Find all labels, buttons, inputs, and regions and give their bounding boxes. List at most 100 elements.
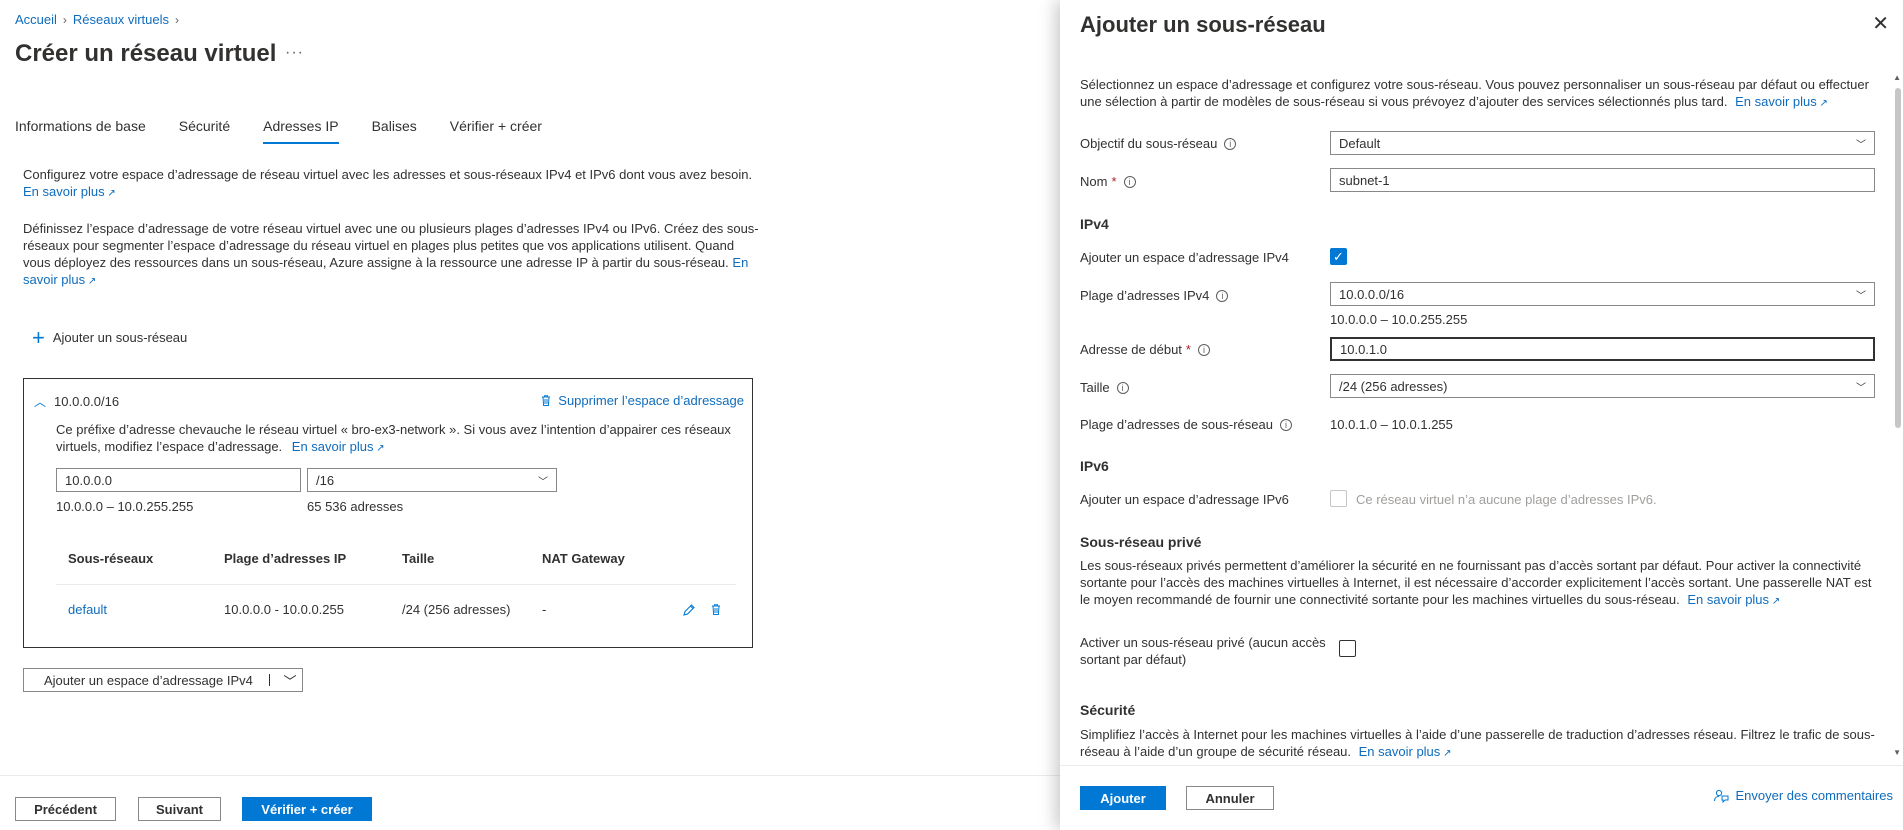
tab-ip-addresses[interactable]: Adresses IP: [263, 118, 340, 144]
purpose-select[interactable]: Default ﹀: [1330, 131, 1875, 155]
intro-paragraph-1: Configurez votre espace d’adressage de r…: [23, 166, 763, 202]
panel-title: Ajouter un sous-réseau: [1080, 12, 1326, 37]
wizard-footer: Précédent Suivant Vérifier + créer: [0, 775, 1060, 830]
add-subnet-panel: Ajouter un sous-réseau ✕ Sélectionnez un…: [1060, 0, 1903, 830]
address-range-text: 10.0.0.0 – 10.0.255.255: [56, 499, 194, 514]
ipv6-disabled-text: Ce réseau virtuel n’a aucune plage d’adr…: [1356, 492, 1657, 507]
subnet-name-link[interactable]: default: [68, 602, 107, 617]
scroll-up-icon[interactable]: ▲: [1893, 73, 1901, 82]
ipv4-range-hint: 10.0.0.0 – 10.0.255.255: [1330, 312, 1468, 327]
subnet-name-input[interactable]: [1330, 168, 1875, 192]
breadcrumb-vnets[interactable]: Réseaux virtuels: [73, 12, 169, 27]
chevron-up-icon[interactable]: ︿: [34, 393, 46, 410]
purpose-value: Default: [1339, 135, 1381, 151]
send-feedback-label: Envoyer des commentaires: [1735, 788, 1893, 803]
plus-icon: +: [32, 324, 45, 350]
tab-security[interactable]: Sécurité: [179, 118, 230, 144]
edit-icon[interactable]: [682, 603, 696, 617]
cancel-button[interactable]: Annuler: [1186, 786, 1274, 810]
subnet-range-label: Plage d’adresses de sous-réseau i: [1080, 417, 1292, 432]
address-count-text: 65 536 adresses: [307, 499, 404, 514]
size-label-text: Taille: [1080, 380, 1110, 395]
col-size: Taille: [402, 550, 435, 566]
col-ip-range: Plage d’adresses IP: [224, 550, 347, 566]
info-icon[interactable]: i: [1224, 137, 1237, 150]
tab-review-create[interactable]: Vérifier + créer: [450, 118, 542, 144]
ipv4-range-label: Plage d’adresses IPv4 i: [1080, 288, 1229, 303]
trash-icon[interactable]: [710, 603, 722, 616]
subnet-range-label-text: Plage d’adresses de sous-réseau: [1080, 417, 1273, 432]
learn-more-link[interactable]: En savoir plus: [1359, 744, 1452, 759]
size-select[interactable]: /24 (256 adresses) ﹀: [1330, 374, 1875, 398]
scroll-down-icon[interactable]: ▼: [1893, 748, 1901, 757]
overlap-text: Ce préfixe d’adresse chevauche le réseau…: [56, 422, 731, 454]
more-options-icon[interactable]: ···: [285, 44, 304, 62]
add-ipv4-checkbox[interactable]: ✓: [1330, 248, 1347, 265]
subnet-table: Sous-réseaux Plage d’adresses IP Taille …: [56, 544, 736, 634]
purpose-label-text: Objectif du sous-réseau: [1080, 136, 1218, 151]
address-prefix-select[interactable]: /16 ﹀: [307, 468, 557, 492]
delete-address-space-button[interactable]: Supprimer l’espace d’adressage: [540, 393, 744, 408]
add-address-space-button[interactable]: Ajouter un espace d’adressage IPv4 ﹀: [23, 668, 303, 692]
ipv4-range-label-text: Plage d’adresses IPv4: [1080, 288, 1210, 303]
name-label-text: Nom: [1080, 174, 1108, 189]
info-icon[interactable]: i: [1279, 418, 1292, 431]
private-subnet-header: Sous-réseau privé: [1080, 534, 1202, 550]
ipv6-section-header: IPv6: [1080, 458, 1109, 474]
name-label: Nom * i: [1080, 174, 1136, 189]
table-row: default 10.0.0.0 - 10.0.0.255 /24 (256 a…: [56, 584, 736, 634]
split-divider: [269, 674, 270, 686]
tab-tags[interactable]: Balises: [372, 118, 417, 144]
row-actions: [672, 603, 736, 617]
subnet-table-header: Sous-réseaux Plage d’adresses IP Taille …: [56, 544, 736, 572]
send-feedback-button[interactable]: Envoyer des commentaires: [1713, 788, 1893, 803]
required-marker: *: [1185, 342, 1191, 357]
info-icon[interactable]: i: [1123, 175, 1136, 188]
info-icon[interactable]: i: [1116, 381, 1129, 394]
learn-more-link[interactable]: En savoir plus: [1735, 94, 1828, 109]
start-address-input[interactable]: [1330, 337, 1875, 361]
previous-button[interactable]: Précédent: [15, 797, 116, 821]
breadcrumb-home[interactable]: Accueil: [15, 12, 57, 27]
next-button[interactable]: Suivant: [138, 797, 221, 821]
ipv4-range-select[interactable]: 10.0.0.0/16 ﹀: [1330, 282, 1875, 306]
chevron-down-icon[interactable]: ﹀: [278, 671, 302, 690]
learn-more-link[interactable]: En savoir plus: [1687, 592, 1780, 607]
address-space-header[interactable]: ︿ 10.0.0.0/16: [34, 393, 119, 410]
close-icon[interactable]: ✕: [1872, 14, 1889, 34]
feedback-icon: [1714, 789, 1729, 803]
create-vnet-page: Accueil › Réseaux virtuels › Créer un ré…: [0, 0, 1060, 830]
chevron-down-icon: ﹀: [538, 476, 548, 488]
address-prefix-value: /16: [316, 472, 335, 488]
security-desc: Simplifiez l’accès à Internet pour les m…: [1080, 727, 1875, 759]
tab-basics[interactable]: Informations de base: [15, 118, 146, 144]
subnet-range-value: 10.0.1.0 – 10.0.1.255: [1330, 417, 1453, 432]
panel-footer: Ajouter Annuler Envoyer des commentaires: [1060, 765, 1903, 830]
overlap-warning: Ce préfixe d’adresse chevauche le réseau…: [56, 421, 736, 457]
private-subnet-checkbox[interactable]: [1339, 640, 1356, 657]
learn-more-link[interactable]: En savoir plus: [23, 184, 116, 199]
col-nat-gateway: NAT Gateway: [542, 550, 625, 566]
add-address-space-label: Ajouter un espace d’adressage IPv4: [44, 672, 253, 688]
subnet-size: /24 (256 adresses): [402, 602, 511, 617]
chevron-right-icon: ›: [62, 12, 67, 27]
chevron-down-icon: ﹀: [1856, 139, 1866, 151]
add-subnet-button[interactable]: + Ajouter un sous-réseau: [32, 324, 187, 350]
scrollbar-thumb[interactable]: [1895, 88, 1901, 428]
info-icon[interactable]: i: [1197, 343, 1210, 356]
address-space-card: ︿ 10.0.0.0/16 Supprimer l’espace d’adres…: [23, 378, 753, 648]
add-button[interactable]: Ajouter: [1080, 786, 1166, 810]
learn-more-link[interactable]: En savoir plus: [292, 439, 385, 454]
address-ip-input[interactable]: [56, 468, 301, 492]
trash-icon: [542, 395, 551, 406]
review-create-button[interactable]: Vérifier + créer: [242, 797, 372, 821]
size-label: Taille i: [1080, 380, 1129, 395]
purpose-label: Objectif du sous-réseau i: [1080, 136, 1237, 151]
size-value: /24 (256 adresses): [1339, 378, 1448, 394]
page-title: Créer un réseau virtuel: [15, 40, 277, 67]
ipv4-section-header: IPv4: [1080, 216, 1109, 232]
start-address-label-text: Adresse de début: [1080, 342, 1182, 357]
info-icon[interactable]: i: [1216, 289, 1229, 302]
address-space-cidr: 10.0.0.0/16: [54, 394, 120, 409]
intro-text-1: Configurez votre espace d’adressage de r…: [23, 167, 753, 182]
